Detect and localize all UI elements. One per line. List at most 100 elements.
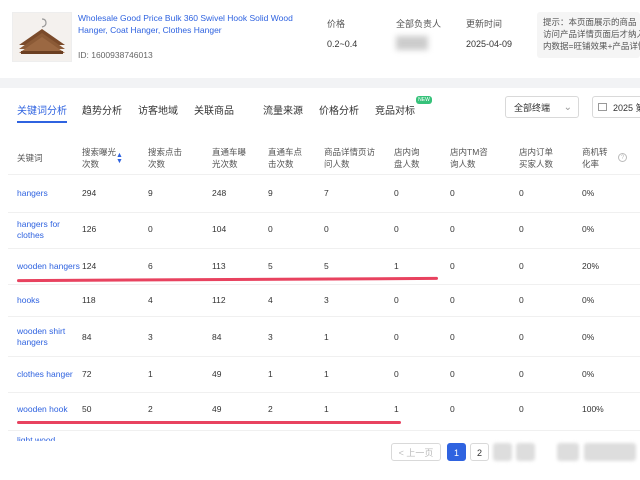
cell-ztc-impressions: 49 (212, 369, 222, 379)
keyword-link[interactable]: hooks (17, 295, 79, 306)
date-picker[interactable]: 2025 第 (592, 96, 640, 118)
cell-conversion-rate: 0% (582, 295, 595, 305)
cell-conversion-rate: 0% (582, 224, 595, 234)
col-header-detail-visitors[interactable]: 商品详情页访问人数 (324, 146, 376, 170)
row-divider (8, 356, 640, 357)
hint-box: 提示：本页面展示的商品 访问产品详情页面后才纳入 内数据=旺铺效果+产品详情 (537, 12, 640, 58)
col-header-store-inquiries[interactable]: 店内询盘人数 (394, 146, 424, 170)
hint-line-1: 提示：本页面展示的商品 (543, 17, 637, 27)
cell-store-inquiries: 0 (394, 224, 399, 234)
cell-tm-consult: 0 (450, 224, 455, 234)
tab-bar: 关键词分析 趋势分析 访客地域 关联商品 流量来源 价格分析 竞品对标 NEW … (0, 88, 640, 128)
col-header-search-clicks[interactable]: 搜索点击次数 (148, 146, 182, 170)
cell-ztc-clicks: 0 (268, 224, 273, 234)
cell-ztc-clicks: 5 (268, 261, 273, 271)
cell-ztc-clicks: 4 (268, 295, 273, 305)
cell-order-buyers: 0 (519, 295, 524, 305)
row-divider (8, 284, 640, 285)
hint-line-2: 访问产品详情页面后才纳入 (543, 29, 640, 39)
red-underline-annotation (17, 421, 401, 424)
cell-search-clicks: 6 (148, 261, 153, 271)
page-size-select-blurred[interactable] (584, 443, 636, 461)
cell-tm-consult: 0 (450, 369, 455, 379)
row-divider (8, 212, 640, 213)
cell-detail-visitors: 3 (324, 295, 329, 305)
cell-conversion-rate: 100% (582, 404, 604, 414)
calendar-icon (598, 103, 607, 111)
price-value: 0.2~0.4 (327, 39, 358, 49)
col-header-order-buyers[interactable]: 店内订单买家人数 (519, 146, 555, 170)
tab-visitor-region[interactable]: 访客地域 (138, 102, 178, 117)
cell-order-buyers: 0 (519, 261, 524, 271)
cell-detail-visitors: 1 (324, 404, 329, 414)
keyword-link[interactable]: wooden hook (17, 404, 79, 415)
cell-store-inquiries: 0 (394, 188, 399, 198)
product-header: Wholesale Good Price Bulk 360 Swivel Hoo… (0, 0, 640, 78)
cell-search-impressions: 124 (82, 261, 97, 271)
cell-conversion-rate: 0% (582, 188, 595, 198)
col-header-conversion-rate[interactable]: 商机转化率 (582, 146, 608, 170)
tab-trend-analysis[interactable]: 趋势分析 (82, 102, 122, 117)
cell-search-impressions: 72 (82, 369, 92, 379)
cell-search-impressions: 84 (82, 332, 92, 342)
cell-ztc-impressions: 112 (212, 295, 226, 305)
tab-competitor-benchmark[interactable]: 竞品对标 (375, 102, 415, 117)
hint-line-3: 内数据=旺铺效果+产品详情 (543, 41, 640, 51)
page-4-button-blurred[interactable] (516, 443, 535, 461)
cell-detail-visitors: 1 (324, 332, 329, 342)
hanger-image-icon (19, 18, 65, 54)
tab-price-analysis[interactable]: 价格分析 (319, 102, 359, 117)
cell-ztc-impressions: 84 (212, 332, 222, 342)
cell-search-clicks: 2 (148, 404, 153, 414)
cell-tm-consult: 0 (450, 404, 455, 414)
row-divider (8, 392, 640, 393)
product-thumbnail[interactable] (12, 12, 72, 62)
cell-ztc-clicks: 3 (268, 332, 273, 342)
updated-label: 更新时间 (466, 19, 503, 29)
keyword-link[interactable]: light wood (17, 435, 79, 441)
cell-search-clicks: 9 (148, 188, 153, 198)
cell-store-inquiries: 0 (394, 369, 399, 379)
terminal-select[interactable]: 全部终端 ⌄ (505, 96, 579, 118)
updated-value: 2025-04-09 (466, 39, 513, 49)
red-underline-annotation (16, 276, 439, 283)
cell-conversion-rate: 20% (582, 261, 600, 271)
cell-store-inquiries: 0 (394, 295, 399, 305)
col-header-keyword: 关键词 (17, 153, 43, 163)
cell-order-buyers: 0 (519, 404, 524, 414)
cell-store-inquiries: 1 (394, 261, 399, 271)
help-icon[interactable]: ? (618, 153, 627, 162)
tab-traffic-source[interactable]: 流量来源 (263, 102, 303, 117)
terminal-select-value: 全部终端 (514, 103, 551, 113)
col-header-tm-consult[interactable]: 店内TM咨询人数 (450, 146, 490, 170)
cell-ztc-clicks: 1 (268, 369, 273, 379)
keyword-link[interactable]: wooden hangers (17, 261, 87, 272)
keyword-link[interactable]: hangers for clothes (17, 219, 79, 241)
col-header-ztc-impressions[interactable]: 直通车曝光次数 (212, 146, 252, 170)
keyword-link[interactable]: hangers (17, 188, 79, 199)
cell-search-clicks: 4 (148, 295, 153, 305)
cell-search-impressions: 50 (82, 404, 92, 414)
cell-search-impressions: 118 (82, 295, 96, 305)
product-title-link[interactable]: Wholesale Good Price Bulk 360 Swivel Hoo… (78, 12, 300, 36)
tab-keyword-analysis[interactable]: 关键词分析 (17, 102, 67, 117)
next-page-button-blurred[interactable] (557, 443, 579, 461)
page-2-button[interactable]: 2 (470, 443, 489, 461)
keyword-link[interactable]: wooden shirt hangers (17, 326, 79, 348)
row-divider (8, 430, 640, 431)
tab-related-products[interactable]: 关联商品 (194, 102, 234, 117)
col-header-search-impressions[interactable]: 搜索曝光次数 (82, 146, 116, 170)
cell-conversion-rate: 0% (582, 369, 595, 379)
page-3-button-blurred[interactable] (493, 443, 512, 461)
col-header-ztc-clicks[interactable]: 直通车点击次数 (268, 146, 308, 170)
prev-page-button[interactable]: < 上一页 (391, 443, 441, 461)
cell-order-buyers: 0 (519, 224, 524, 234)
cell-search-impressions: 126 (82, 224, 97, 234)
cell-ztc-clicks: 9 (268, 188, 273, 198)
cell-ztc-clicks: 2 (268, 404, 273, 414)
active-tab-indicator (17, 121, 67, 123)
sort-desc-icon[interactable]: ▲ ▼ (116, 152, 123, 165)
keyword-link[interactable]: clothes hanger (17, 369, 87, 380)
page-1-button[interactable]: 1 (447, 443, 466, 461)
analysis-panel: 关键词分析 趋势分析 访客地域 关联商品 流量来源 价格分析 竞品对标 NEW … (0, 88, 640, 480)
